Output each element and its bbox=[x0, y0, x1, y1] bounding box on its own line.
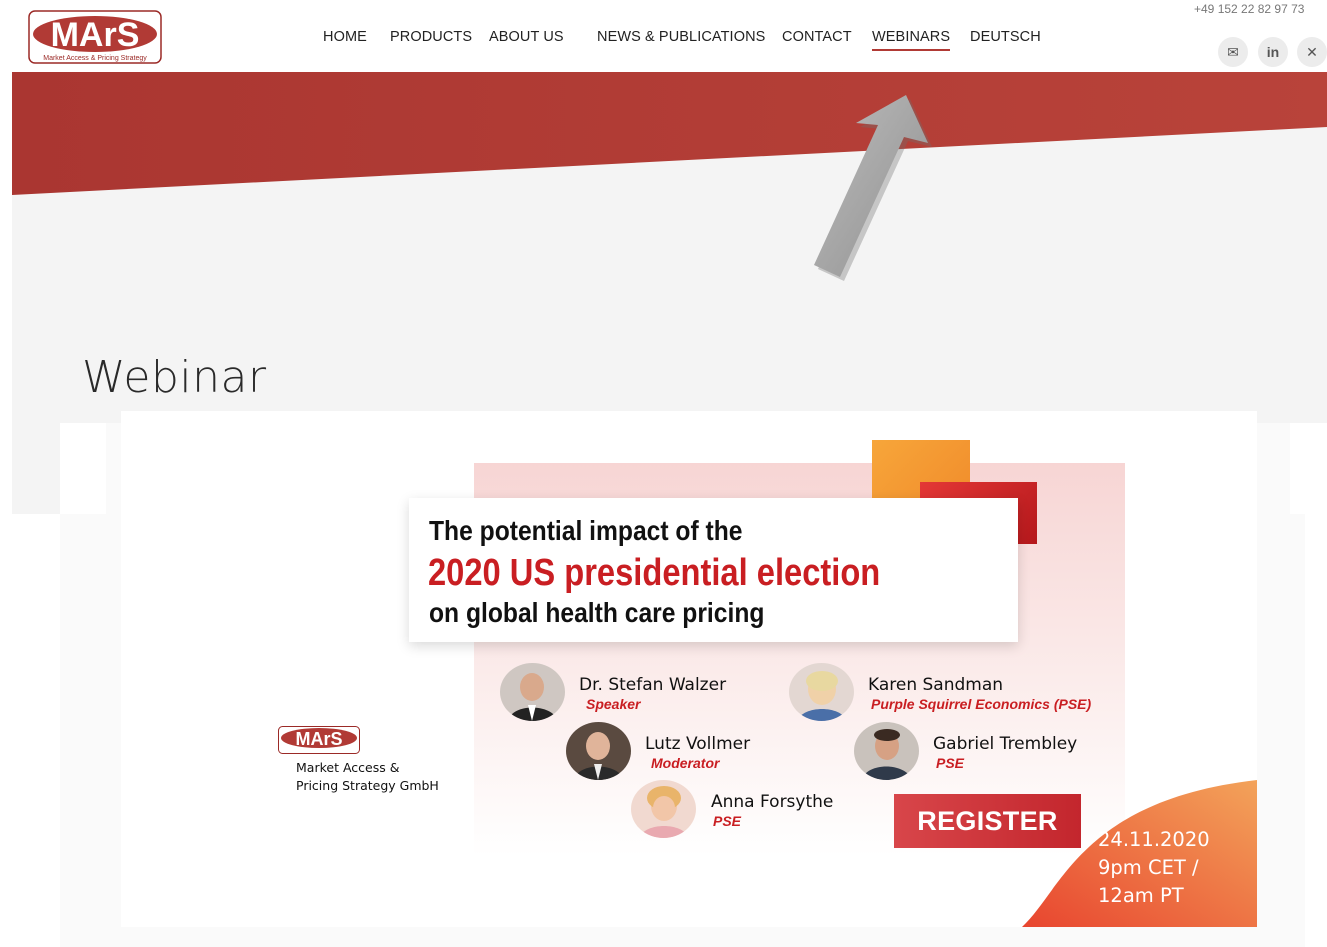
headline-line-1: The potential impact of the bbox=[429, 515, 743, 546]
mars-mini-logo: MArS bbox=[278, 726, 360, 754]
company-line-1: Market Access & bbox=[296, 760, 400, 775]
person-role: Purple Squirrel Economics (PSE) bbox=[871, 696, 1092, 712]
person-name: Lutz Vollmer bbox=[645, 734, 751, 754]
nav-webinars[interactable]: WEBINARS bbox=[872, 29, 951, 51]
linkedin-icon[interactable]: in bbox=[1258, 37, 1288, 67]
nav-deutsch[interactable]: DEUTSCH bbox=[970, 29, 1041, 45]
person-name: Karen Sandman bbox=[868, 675, 1004, 695]
mini-logo-text: MArS bbox=[295, 729, 342, 749]
company-name: Market Access & Pricing Strategy GmbH bbox=[296, 759, 439, 795]
avatar-karen-sandman bbox=[789, 663, 854, 721]
page-title: Webinar bbox=[82, 352, 267, 403]
register-button[interactable]: REGISTER bbox=[894, 794, 1081, 848]
person-role: PSE bbox=[713, 813, 742, 829]
xing-icon[interactable]: ✕ bbox=[1297, 37, 1327, 67]
person-name: Gabriel Trembley bbox=[933, 734, 1078, 754]
envelope-icon[interactable]: ✉ bbox=[1218, 37, 1248, 67]
person-role: Moderator bbox=[651, 755, 720, 771]
site-header: MArS Market Access & Pricing Strategy HO… bbox=[0, 0, 1327, 72]
avatar-stefan-walzer bbox=[500, 663, 565, 721]
nav-news-publications[interactable]: NEWS & PUBLICATIONS bbox=[597, 29, 765, 45]
nav-about-us[interactable]: ABOUT US bbox=[489, 29, 564, 45]
headline-line-3: on global health care pricing bbox=[429, 597, 765, 628]
nav-products[interactable]: PRODUCTS bbox=[390, 29, 472, 45]
person-role: Speaker bbox=[586, 696, 641, 712]
webinar-datetime: 24.11.2020 9pm CET / 12am PT bbox=[1098, 826, 1210, 910]
logo-subtitle: Market Access & Pricing Strategy bbox=[43, 55, 147, 62]
phone-number[interactable]: +49 152 22 82 97 73 bbox=[1194, 2, 1304, 16]
avatar-anna-forsythe bbox=[631, 780, 696, 838]
mars-logo[interactable]: MArS Market Access & Pricing Strategy bbox=[28, 10, 162, 64]
webinar-date: 24.11.2020 bbox=[1098, 828, 1210, 851]
pointer-arrow-icon bbox=[814, 95, 932, 281]
headline-line-2: 2020 US presidential election bbox=[428, 552, 881, 594]
person-name: Anna Forsythe bbox=[711, 792, 834, 812]
nav-home[interactable]: HOME bbox=[323, 29, 367, 45]
company-line-2: Pricing Strategy GmbH bbox=[296, 778, 439, 793]
webinar-time-pt: 12am PT bbox=[1098, 884, 1184, 907]
avatar-lutz-vollmer bbox=[566, 722, 631, 780]
hero-banner bbox=[12, 72, 1327, 195]
card-edge-left bbox=[60, 423, 106, 514]
logo-text: MArS bbox=[51, 16, 140, 54]
nav-contact[interactable]: CONTACT bbox=[782, 29, 852, 45]
person-name: Dr. Stefan Walzer bbox=[579, 675, 727, 695]
person-role: PSE bbox=[936, 755, 965, 771]
card-edge-right bbox=[1290, 423, 1327, 514]
webinar-time-cet: 9pm CET / bbox=[1098, 856, 1199, 879]
avatar-gabriel-trembley bbox=[854, 722, 919, 780]
